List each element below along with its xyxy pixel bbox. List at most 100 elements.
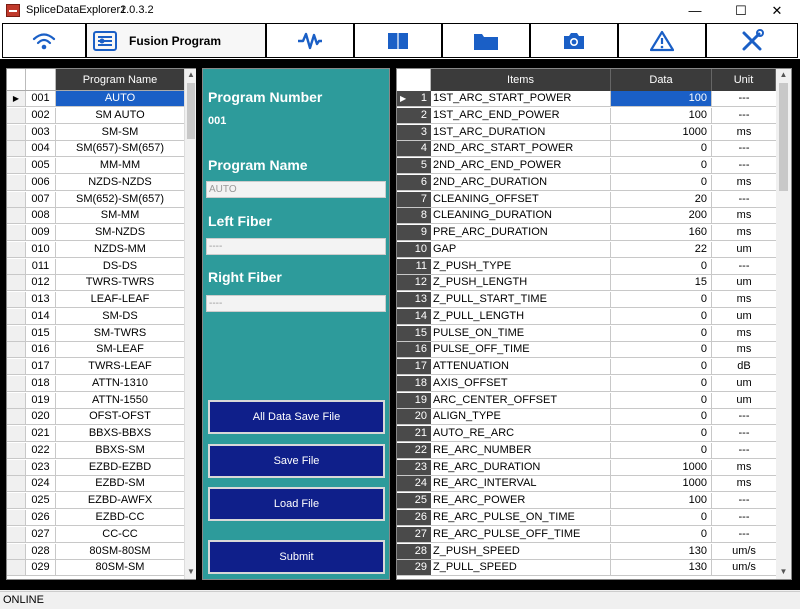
data-cell[interactable]: 0 [611,141,712,157]
program-list-row[interactable]: 007 SM(652)-SM(657) [7,191,184,208]
parameter-row[interactable]: 20 ALIGN_TYPE 0 --- [397,409,776,426]
program-list-row[interactable]: 021 BBXS-BBXS [7,426,184,443]
data-cell[interactable]: 22 [611,241,712,257]
parameter-row[interactable]: 18 AXIS_OFFSET 0 um [397,375,776,392]
data-cell[interactable]: 1000 [611,459,712,475]
program-list-row[interactable]: 017 TWRS-LEAF [7,359,184,376]
minimize-button[interactable]: — [672,0,718,22]
program-list-row[interactable]: 011 DS-DS [7,258,184,275]
right-fiber-field[interactable]: ---- [206,295,386,312]
parameter-row[interactable]: 9 PRE_ARC_DURATION 160 ms [397,225,776,242]
data-cell[interactable]: 0 [611,158,712,174]
program-list-row[interactable]: 020 OFST-OFST [7,409,184,426]
data-cell[interactable]: 20 [611,191,712,207]
parameter-row[interactable]: 19 ARC_CENTER_OFFSET 0 um [397,392,776,409]
program-list-row[interactable]: 024 EZBD-SM [7,476,184,493]
save-file-button[interactable]: Save File [208,444,385,478]
data-cell[interactable]: 130 [611,560,712,576]
row-selector[interactable] [7,493,26,509]
warning-tab[interactable] [618,23,706,58]
program-list-row[interactable]: 004 SM(657)-SM(657) [7,141,184,158]
program-list-row[interactable]: 009 SM-NZDS [7,225,184,242]
program-list-row[interactable]: 029 80SM-SM [7,560,184,577]
parameter-row[interactable]: 25 RE_ARC_POWER 100 --- [397,493,776,510]
program-name-field[interactable]: AUTO [206,181,386,198]
row-selector[interactable] [7,158,26,174]
parameter-row[interactable]: 24 RE_ARC_INTERVAL 1000 ms [397,476,776,493]
parameter-row[interactable]: 8 CLEANING_DURATION 200 ms [397,208,776,225]
data-cell[interactable]: 100 [611,107,712,123]
row-selector[interactable] [7,426,26,442]
row-selector[interactable] [7,510,26,525]
row-selector[interactable] [7,442,26,458]
data-cell[interactable]: 0 [611,409,712,425]
data-cell[interactable]: 0 [611,325,712,341]
data-cell[interactable]: 0 [611,442,712,458]
parameter-row[interactable]: 28 Z_PUSH_SPEED 130 um/s [397,543,776,560]
parameter-row[interactable]: 4 2ND_ARC_START_POWER 0 --- [397,141,776,158]
row-selector[interactable] [7,392,26,408]
data-cell[interactable]: 100 [611,493,712,509]
row-selector[interactable] [7,325,26,341]
tools-tab[interactable] [706,23,798,58]
data-cell[interactable]: 1000 [611,124,712,140]
row-selector[interactable] [7,308,26,324]
program-list-row[interactable]: ▶ 001 AUTO [7,91,184,107]
data-cell[interactable]: 0 [611,526,712,542]
waveform-tab[interactable] [266,23,354,58]
program-list-scrollbar[interactable]: ▲ ▼ [184,69,196,579]
parameter-row[interactable]: 23 RE_ARC_DURATION 1000 ms [397,459,776,476]
all-data-save-file-button[interactable]: All Data Save File [208,400,385,434]
row-selector[interactable] [7,476,26,492]
program-list-row[interactable]: 006 NZDS-NZDS [7,174,184,191]
close-button[interactable]: ✕ [754,0,800,22]
row-selector[interactable] [7,375,26,391]
row-selector[interactable] [7,141,26,157]
parameter-row[interactable]: 12 Z_PUSH_LENGTH 15 um [397,275,776,292]
row-selector[interactable] [7,560,26,576]
row-selector[interactable] [7,543,26,559]
parameter-row[interactable]: 22 RE_ARC_NUMBER 0 --- [397,442,776,459]
submit-button[interactable]: Submit [208,540,385,574]
parameter-row[interactable]: 26 RE_ARC_PULSE_ON_TIME 0 --- [397,510,776,526]
row-selector[interactable]: ▶ [7,91,26,106]
program-list-row[interactable]: 002 SM AUTO [7,107,184,124]
program-list-row[interactable]: 016 SM-LEAF [7,342,184,359]
data-cell[interactable]: 0 [611,510,712,525]
parameter-row[interactable]: 10 GAP 22 um [397,241,776,258]
data-cell[interactable]: 0 [611,375,712,391]
data-cell[interactable]: 200 [611,208,712,224]
connection-tab[interactable] [2,23,86,58]
parameter-row[interactable]: 14 Z_PULL_LENGTH 0 um [397,308,776,325]
camera-tab[interactable] [530,23,618,58]
scroll-down-icon[interactable]: ▼ [776,566,791,578]
data-cell[interactable]: 15 [611,275,712,291]
data-cell[interactable]: 0 [611,426,712,442]
folder-tab[interactable] [442,23,530,58]
program-list-row[interactable]: 023 EZBD-EZBD [7,459,184,476]
row-selector[interactable] [7,459,26,475]
row-selector[interactable] [7,124,26,140]
data-cell[interactable]: 100 [611,91,712,106]
parameter-row[interactable]: 13 Z_PULL_START_TIME 0 ms [397,292,776,309]
book-tab[interactable] [354,23,442,58]
program-list-row[interactable]: 026 EZBD-CC [7,510,184,526]
scroll-up-icon[interactable]: ▲ [185,69,197,81]
row-selector[interactable] [7,174,26,190]
row-selector[interactable] [7,409,26,425]
parameter-row[interactable]: 17 ATTENUATION 0 dB [397,359,776,376]
parameter-row[interactable]: ▶ 1 1ST_ARC_START_POWER 100 --- [397,91,776,107]
row-selector[interactable] [7,342,26,358]
data-cell[interactable]: 0 [611,292,712,308]
program-list-row[interactable]: 027 CC-CC [7,526,184,543]
data-cell[interactable]: 0 [611,308,712,324]
program-list-row[interactable]: 012 TWRS-TWRS [7,275,184,292]
parameter-row[interactable]: 7 CLEANING_OFFSET 20 --- [397,191,776,208]
program-list-row[interactable]: 013 LEAF-LEAF [7,292,184,309]
load-file-button[interactable]: Load File [208,487,385,521]
fusion-program-tab[interactable]: Fusion Program [86,23,266,58]
left-fiber-field[interactable]: ---- [206,238,386,255]
row-selector[interactable] [7,526,26,542]
data-cell[interactable]: 0 [611,392,712,408]
row-selector[interactable] [7,107,26,123]
